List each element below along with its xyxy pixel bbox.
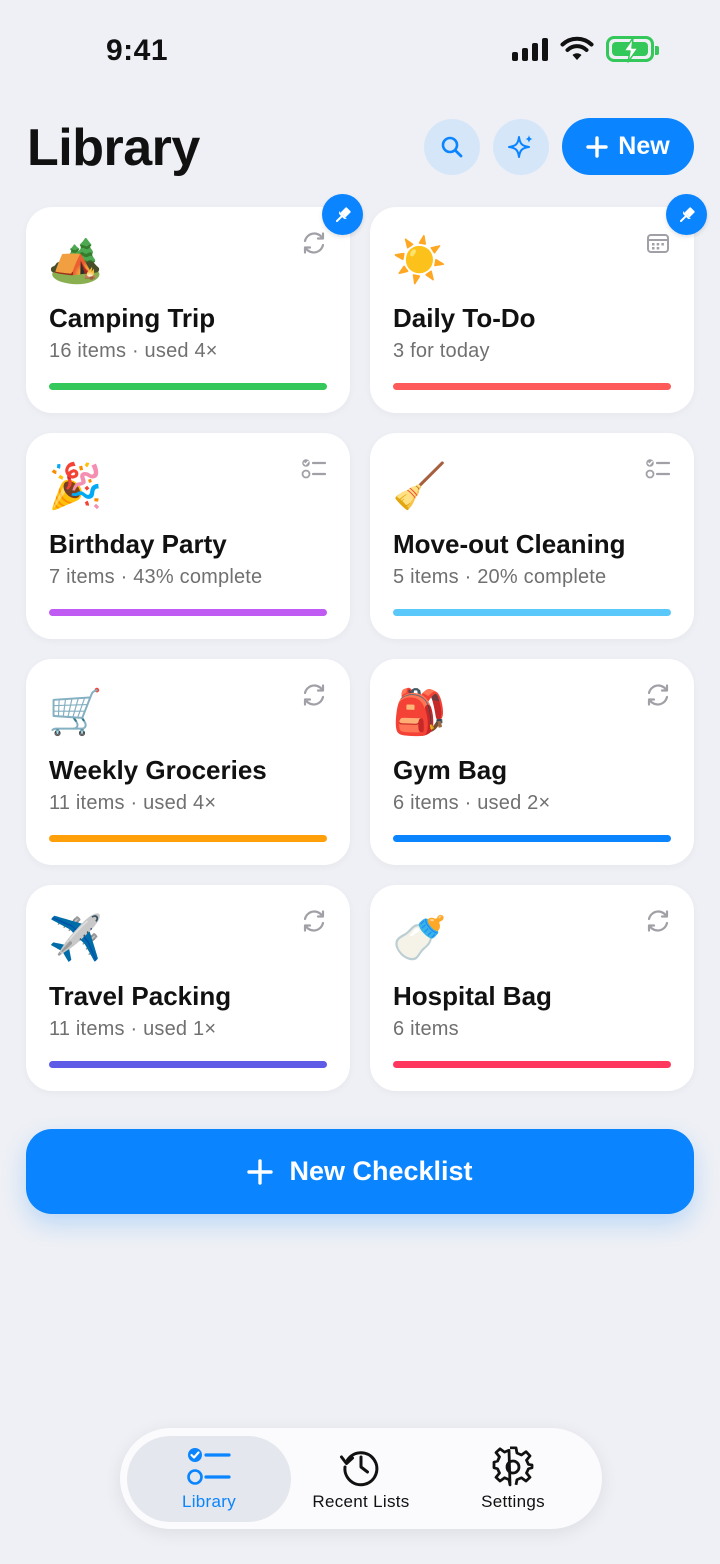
card-title: Travel Packing xyxy=(49,981,232,1011)
card-subtitle: 11 items · used 4× xyxy=(49,792,217,814)
checklist-card[interactable]: 🧹 Move-out Cleaning 5 items · 20% comple… xyxy=(370,433,694,639)
card-color-bar xyxy=(393,383,671,390)
card-subtitle: 3 for today xyxy=(393,340,490,362)
cellular-signal-icon xyxy=(512,37,548,61)
card-color-bar xyxy=(393,609,671,616)
history-icon xyxy=(340,1451,379,1487)
card-emoji-icon: 🏕️ xyxy=(48,236,103,285)
card-title: Weekly Groceries xyxy=(49,755,267,785)
card-emoji-icon: 🎒 xyxy=(392,688,447,737)
card-color-bar xyxy=(49,835,327,842)
card-subtitle: 5 items · 20% complete xyxy=(393,566,607,588)
magic-button[interactable] xyxy=(493,119,549,175)
card-color-bar xyxy=(49,609,327,616)
card-color-bar xyxy=(49,1061,327,1068)
repeat-icon xyxy=(300,681,328,709)
repeat-icon xyxy=(300,907,328,935)
card-subtitle: 11 items · used 1× xyxy=(49,1018,217,1040)
status-bar: 9:41 xyxy=(0,0,720,100)
checklist-card[interactable]: 🏕️ Camping Trip 16 items · used 4× xyxy=(26,194,363,413)
tab-recent-lists[interactable]: Recent Lists xyxy=(291,1436,431,1522)
pin-icon[interactable] xyxy=(322,194,363,235)
checklist-card[interactable]: ☀️ Daily To-Do 3 for today xyxy=(370,194,707,413)
card-emoji-icon: ✈️ xyxy=(48,914,103,963)
card-title: Hospital Bag xyxy=(393,981,552,1011)
repeat-icon xyxy=(300,229,328,257)
card-title: Camping Trip xyxy=(49,303,216,333)
card-color-bar xyxy=(393,1061,671,1068)
card-emoji-icon: 🛒 xyxy=(48,688,103,737)
wifi-icon xyxy=(560,36,594,60)
repeat-icon xyxy=(644,907,672,935)
pin-icon[interactable] xyxy=(666,194,707,235)
card-emoji-icon: 🧹 xyxy=(392,462,447,511)
card-emoji-icon: 🎉 xyxy=(48,462,103,511)
card-subtitle: 7 items · 43% complete xyxy=(49,566,263,588)
tab-settings[interactable]: Settings xyxy=(440,1436,586,1522)
checklist-grid: 🏕️ Camping Trip 16 items · used 4× ☀️ Da… xyxy=(26,194,707,1091)
checklist-card[interactable]: ✈️ Travel Packing 11 items · used 1× xyxy=(26,885,350,1091)
status-time: 9:41 xyxy=(106,34,169,67)
page-title: Library xyxy=(27,119,200,177)
checklist-card[interactable]: 🛒 Weekly Groceries 11 items · used 4× xyxy=(26,659,350,865)
card-title: Birthday Party xyxy=(49,529,227,559)
plus-icon xyxy=(247,1158,274,1185)
new-checklist-button[interactable]: New Checklist xyxy=(26,1129,694,1214)
checklist-icon xyxy=(644,455,672,483)
card-subtitle: 6 items xyxy=(393,1018,459,1040)
plus-icon xyxy=(586,135,608,158)
new-button-label: New xyxy=(618,132,670,160)
card-emoji-icon: 🍼 xyxy=(392,914,447,963)
checklist-icon xyxy=(300,455,328,483)
checklist-card[interactable]: 🎒 Gym Bag 6 items · used 2× xyxy=(370,659,694,865)
card-color-bar xyxy=(393,835,671,842)
new-button[interactable]: New xyxy=(562,118,694,175)
sparkles-icon xyxy=(508,135,533,158)
card-subtitle: 6 items · used 2× xyxy=(393,792,551,814)
new-checklist-label: New Checklist xyxy=(289,1156,473,1186)
library-screen: 9:41 Library New 🏕️ Camping Trip 16 item… xyxy=(0,0,720,1564)
search-icon xyxy=(441,136,463,158)
search-button[interactable] xyxy=(424,119,480,175)
card-subtitle: 16 items · used 4× xyxy=(49,340,218,362)
card-title: Daily To-Do xyxy=(393,303,536,333)
tab-label: Recent Lists xyxy=(312,1492,410,1511)
tab-bar: Library Recent Lists Settings xyxy=(120,1428,602,1529)
battery-charging-icon xyxy=(606,36,659,63)
status-icons xyxy=(512,36,659,63)
card-title: Move-out Cleaning xyxy=(393,529,626,559)
calendar-icon xyxy=(644,229,672,257)
checklist-card[interactable]: 🍼 Hospital Bag 6 items xyxy=(370,885,694,1091)
repeat-icon xyxy=(644,681,672,709)
tab-label: Library xyxy=(181,1492,237,1511)
gear-icon xyxy=(492,1446,534,1487)
card-emoji-icon: ☀️ xyxy=(392,236,447,285)
checklist-card[interactable]: 🎉 Birthday Party 7 items · 43% complete xyxy=(26,433,350,639)
card-color-bar xyxy=(49,383,327,390)
card-title: Gym Bag xyxy=(393,755,508,785)
tab-library[interactable]: Library xyxy=(127,1436,291,1522)
library-icon xyxy=(187,1448,231,1485)
tab-label: Settings xyxy=(481,1492,545,1511)
